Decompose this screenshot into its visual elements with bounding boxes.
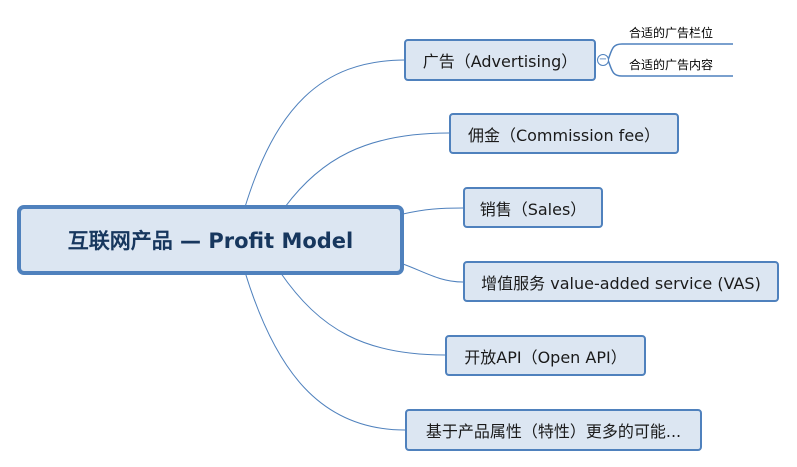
branch-vas-label: 增值服务 value-added service (VAS) [481, 273, 761, 293]
branch-advertising-label: 广告（Advertising） [422, 52, 578, 71]
root-node[interactable]: 互联网产品 — Profit Model [17, 205, 404, 275]
branch-sales[interactable]: 销售（Sales） [463, 187, 603, 228]
branch-sales-label: 销售（Sales） [479, 199, 587, 219]
branch-open-api-label: 开放API（Open API） [464, 347, 627, 367]
connector-open-api [279, 271, 446, 356]
connector-advertising [244, 59, 406, 208]
branch-more-possibilities-label: 基于产品属性（特性）更多的可能... [425, 422, 682, 441]
connector-commission [284, 132, 450, 208]
branch-advertising[interactable]: 广告（Advertising） [404, 39, 596, 81]
branch-commission[interactable]: 佣金（Commission fee） [449, 113, 679, 154]
branch-open-api[interactable]: 开放API（Open API） [445, 335, 646, 376]
branch-commission-label: 佣金（Commission fee） [467, 125, 661, 145]
advertising-child-slot-label: 合适的广告栏位 [629, 26, 714, 40]
branch-more-possibilities[interactable]: 基于产品属性（特性）更多的可能... [405, 409, 702, 451]
collapse-toggle-advertising[interactable]: − [597, 54, 609, 66]
connector-more [244, 271, 406, 431]
advertising-child-slot[interactable]: 合适的广告栏位 [629, 24, 713, 41]
connector-vas [402, 263, 464, 283]
collapse-icon: − [598, 54, 608, 65]
advertising-child-content[interactable]: 合适的广告内容 [629, 56, 713, 73]
branch-vas[interactable]: 增值服务 value-added service (VAS) [463, 261, 779, 302]
root-node-label: 互联网产品 — Profit Model [67, 229, 354, 253]
advertising-child-content-label: 合适的广告内容 [629, 58, 714, 72]
connector-sales [402, 207, 464, 215]
